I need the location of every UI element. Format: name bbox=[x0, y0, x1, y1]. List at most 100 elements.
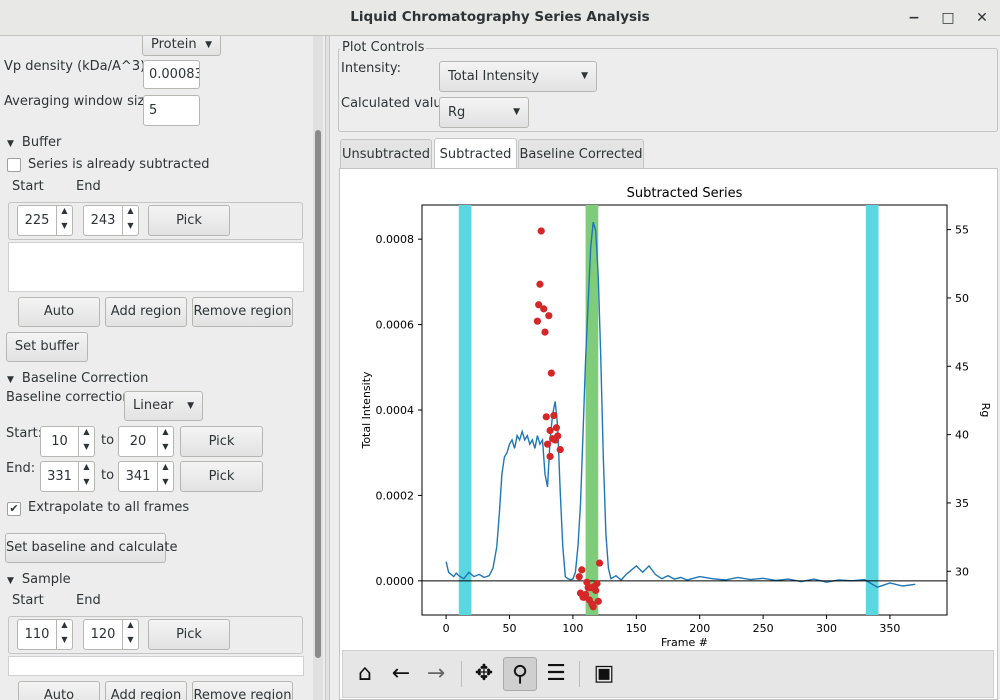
rg-data-point bbox=[543, 440, 552, 448]
sample-section-header[interactable]: ▼ Sample bbox=[7, 572, 71, 587]
baseline-correction-select[interactable]: Linear ▼ bbox=[124, 391, 203, 421]
baseline-end-from-value[interactable]: 331 bbox=[40, 461, 79, 492]
spin-down-icon[interactable]: ▼ bbox=[158, 442, 173, 457]
sample-add-region-button[interactable]: Add region bbox=[105, 681, 187, 700]
chevron-down-icon: ▼ bbox=[205, 40, 212, 50]
y-tick-label: 0.0006 bbox=[376, 319, 415, 332]
window-title: Liquid Chromatography Series Analysis bbox=[350, 9, 650, 25]
pane-divider[interactable] bbox=[325, 36, 330, 700]
spin-up-icon[interactable]: ▲ bbox=[123, 206, 138, 221]
sample-start-spinner[interactable]: 110 ▲ ▼ bbox=[17, 619, 75, 650]
tab-baseline-corrected[interactable]: Baseline Corrected bbox=[518, 139, 644, 168]
buffer-pick-button[interactable]: Pick bbox=[148, 205, 230, 236]
buffer-remove-region-button[interactable]: Remove region bbox=[192, 297, 293, 327]
baseline-end-pick-button[interactable]: Pick bbox=[180, 461, 263, 492]
buffer-add-region-button[interactable]: Add region bbox=[105, 297, 187, 327]
left-panel-scrollbar[interactable] bbox=[313, 36, 323, 700]
chevron-down-icon: ▼ bbox=[187, 401, 194, 411]
baseline-start-from-spinner[interactable]: 10 ▲ ▼ bbox=[40, 426, 96, 457]
rg-data-point bbox=[540, 305, 548, 313]
sample-pick-button[interactable]: Pick bbox=[148, 619, 230, 650]
buffer-region-list[interactable] bbox=[8, 242, 304, 292]
spin-down-icon[interactable]: ▼ bbox=[158, 477, 173, 492]
sample-end-spinner[interactable]: 120 ▲ ▼ bbox=[83, 619, 141, 650]
minimize-icon[interactable]: − bbox=[904, 8, 924, 28]
zoom-icon[interactable]: ⚲ bbox=[503, 657, 537, 691]
sample-region-list[interactable] bbox=[8, 656, 304, 676]
sample-remove-region-button[interactable]: Remove region bbox=[192, 681, 293, 700]
averaging-window-field[interactable]: 5 bbox=[143, 95, 200, 126]
calculated-value-select[interactable]: Rg ▼ bbox=[439, 97, 529, 128]
configure-subplots-icon[interactable]: ☰ bbox=[539, 657, 573, 691]
spin-down-icon[interactable]: ▼ bbox=[79, 442, 94, 457]
tab-unsubtracted[interactable]: Unsubtracted bbox=[340, 139, 432, 168]
baseline-start-to-spinner[interactable]: 20 ▲ ▼ bbox=[118, 426, 175, 457]
baseline-end-from-spinner[interactable]: 331 ▲ ▼ bbox=[40, 461, 96, 492]
y2-tick-label: 55 bbox=[955, 224, 969, 237]
close-icon[interactable]: ✕ bbox=[972, 8, 992, 28]
rg-data-point bbox=[547, 369, 555, 377]
rg-data-point bbox=[550, 411, 558, 420]
spin-down-icon[interactable]: ▼ bbox=[123, 635, 138, 650]
baseline-start-from-value[interactable]: 10 bbox=[40, 426, 79, 457]
y2-tick-label: 45 bbox=[955, 360, 969, 373]
spin-up-icon[interactable]: ▲ bbox=[57, 620, 72, 635]
sample-start-value[interactable]: 110 bbox=[17, 619, 57, 650]
intensity-label: Intensity: bbox=[341, 61, 402, 76]
sample-end-value[interactable]: 120 bbox=[83, 619, 123, 650]
vp-density-field[interactable]: 0.00083 bbox=[143, 60, 200, 89]
triangle-down-icon: ▼ bbox=[7, 576, 14, 586]
buffer-end-spinner[interactable]: 243 ▲ ▼ bbox=[83, 205, 141, 236]
baseline-end-to-value[interactable]: 341 bbox=[118, 461, 158, 492]
set-baseline-button[interactable]: Set baseline and calculate bbox=[5, 533, 177, 563]
spin-up-icon[interactable]: ▲ bbox=[57, 206, 72, 221]
buffer-auto-button[interactable]: Auto bbox=[18, 297, 100, 327]
spin-down-icon[interactable]: ▼ bbox=[79, 477, 94, 492]
rg-data-point bbox=[578, 566, 586, 574]
baseline-section-header[interactable]: ▼ Baseline Correction bbox=[7, 371, 148, 386]
back-arrow-icon[interactable]: ← bbox=[384, 657, 418, 691]
x-tick-label: 150 bbox=[626, 622, 647, 635]
y-tick-label: 0.0000 bbox=[376, 575, 415, 588]
rg-data-point bbox=[545, 312, 553, 320]
spin-up-icon[interactable]: ▲ bbox=[158, 427, 173, 442]
left-settings-panel: Protein ▼ Vp density (kDa/A^3): 0.00083 A… bbox=[0, 36, 312, 700]
baseline-start-to-value[interactable]: 20 bbox=[118, 426, 158, 457]
maximize-icon[interactable]: □ bbox=[938, 8, 958, 28]
rg-data-point bbox=[554, 432, 562, 440]
forward-arrow-icon[interactable]: → bbox=[419, 657, 453, 691]
baseline-start-pick-button[interactable]: Pick bbox=[180, 426, 263, 457]
spin-down-icon[interactable]: ▼ bbox=[123, 221, 138, 236]
spin-up-icon[interactable]: ▲ bbox=[79, 462, 94, 477]
rg-data-point bbox=[552, 424, 561, 432]
x-tick-label: 250 bbox=[753, 622, 774, 635]
spin-up-icon[interactable]: ▲ bbox=[79, 427, 94, 442]
save-icon[interactable]: ▣ bbox=[587, 657, 621, 691]
buffer-start-value[interactable]: 225 bbox=[17, 205, 57, 236]
pan-icon[interactable]: ✥ bbox=[467, 657, 501, 691]
y2-tick-label: 50 bbox=[955, 292, 969, 305]
buffer-start-spinner[interactable]: 225 ▲ ▼ bbox=[17, 205, 75, 236]
subtracted-series-chart[interactable]: 0 50 100 150 200 250 300 350 0.0000 0.0002 0.0004 0… bbox=[340, 169, 999, 649]
plot-canvas-area[interactable]: 0 50 100 150 200 250 300 350 0.0000 0.0002 0.0004 0… bbox=[339, 168, 998, 700]
spin-up-icon[interactable]: ▲ bbox=[158, 462, 173, 477]
rg-data-point bbox=[546, 452, 554, 461]
intensity-select[interactable]: Total Intensity ▼ bbox=[439, 61, 597, 92]
x-tick-label: 300 bbox=[816, 622, 837, 635]
already-subtracted-checkbox[interactable] bbox=[7, 158, 21, 172]
extrapolate-checkbox[interactable]: ✔ bbox=[7, 502, 21, 516]
molecule-type-select[interactable]: Protein ▼ bbox=[142, 36, 221, 56]
spin-down-icon[interactable]: ▼ bbox=[57, 221, 72, 236]
set-buffer-button[interactable]: Set buffer bbox=[6, 332, 88, 362]
sample-auto-button[interactable]: Auto bbox=[18, 681, 100, 700]
scrollbar-thumb[interactable] bbox=[315, 130, 321, 658]
spin-up-icon[interactable]: ▲ bbox=[123, 620, 138, 635]
rg-data-point bbox=[536, 280, 544, 288]
baseline-end-to-spinner[interactable]: 341 ▲ ▼ bbox=[118, 461, 175, 492]
home-icon[interactable]: ⌂ bbox=[348, 657, 382, 691]
spin-down-icon[interactable]: ▼ bbox=[57, 635, 72, 650]
buffer-section-header[interactable]: ▼ Buffer bbox=[7, 135, 61, 150]
tab-subtracted[interactable]: Subtracted bbox=[434, 138, 517, 169]
buffer-end-value[interactable]: 243 bbox=[83, 205, 123, 236]
rg-data-point bbox=[533, 317, 541, 325]
